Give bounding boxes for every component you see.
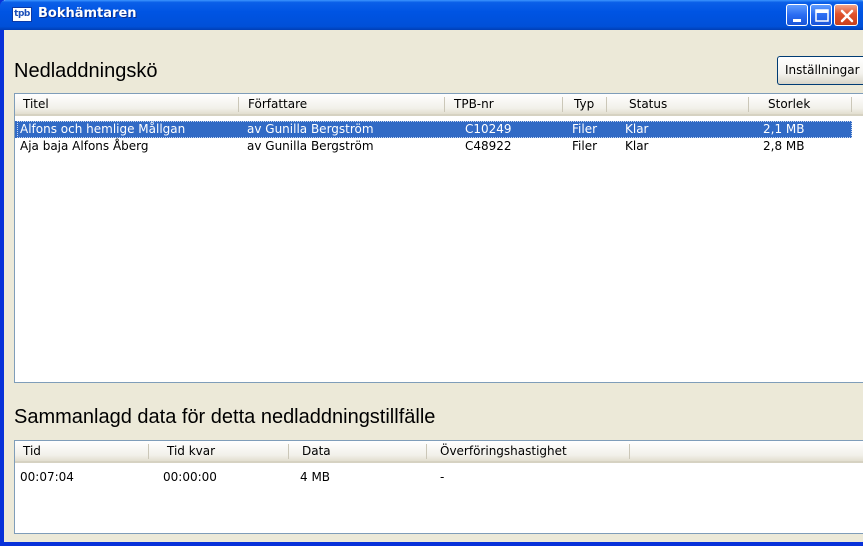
column-divider[interactable] [288, 444, 289, 459]
summary-heading: Sammanlagd data för detta nedladdningsti… [14, 406, 436, 428]
column-header-tid[interactable]: Tid [15, 441, 41, 461]
window-title: Bokhämtaren [38, 6, 137, 21]
queue-row-selected[interactable]: Alfons och hemlige Mållgan av Gunilla Be… [15, 121, 852, 138]
summary-header: Tid Tid kvar Data Överföringshastighet [15, 441, 863, 463]
minimize-button[interactable] [786, 4, 808, 26]
column-divider[interactable] [562, 97, 563, 112]
maximize-button[interactable] [810, 4, 832, 26]
column-divider[interactable] [238, 97, 239, 112]
column-divider[interactable] [629, 444, 630, 459]
column-header-data[interactable]: Data [290, 441, 331, 461]
cell-status: Klar [625, 139, 649, 153]
summary-list[interactable]: Tid Tid kvar Data Överföringshastighet 0… [14, 440, 863, 534]
column-divider[interactable] [748, 97, 749, 112]
cell-tpb-nr: C48922 [465, 139, 512, 153]
column-header-storlek[interactable]: Storlek [750, 94, 810, 114]
close-button[interactable] [834, 4, 858, 26]
cell-overforingshastighet: - [440, 470, 445, 484]
column-divider[interactable] [426, 444, 427, 459]
cell-data: 4 MB [300, 470, 331, 484]
download-queue-list[interactable]: Titel Författare TPB-nr Typ Status Storl… [14, 93, 863, 383]
column-header-overforingshastighet[interactable]: Överföringshastighet [428, 441, 567, 461]
summary-row[interactable]: 00:07:04 00:00:00 4 MB - [15, 469, 852, 486]
cell-storlek: 2,8 MB [763, 139, 805, 153]
cell-status: Klar [625, 122, 649, 136]
app-window: tpb Bokhämtaren Nedladdningskö Inställni… [0, 0, 863, 546]
column-header-forfattare[interactable]: Författare [240, 94, 307, 114]
cell-storlek: 2,1 MB [763, 122, 805, 136]
title-bar[interactable]: tpb Bokhämtaren [0, 0, 863, 30]
app-icon: tpb [12, 7, 32, 22]
cell-titel: Aja baja Alfons Åberg [20, 139, 149, 153]
cell-forfattare: av Gunilla Bergström [247, 122, 374, 136]
column-divider[interactable] [851, 97, 852, 112]
queue-row[interactable]: Aja baja Alfons Åberg av Gunilla Bergstr… [15, 138, 852, 155]
column-header-tid-kvar[interactable]: Tid kvar [150, 441, 215, 461]
column-header-titel[interactable]: Titel [15, 94, 49, 114]
column-divider[interactable] [606, 97, 607, 112]
minimize-icon [793, 19, 801, 22]
column-header-typ[interactable]: Typ [564, 94, 594, 114]
settings-button[interactable]: Inställningar [777, 56, 863, 85]
cell-tid: 00:07:04 [20, 470, 74, 484]
cell-tpb-nr: C10249 [465, 122, 512, 136]
column-header-status[interactable]: Status [608, 94, 667, 114]
close-icon [840, 9, 854, 23]
column-divider[interactable] [148, 444, 149, 459]
cell-titel: Alfons och hemlige Mållgan [20, 122, 186, 136]
cell-typ: Filer [572, 122, 598, 136]
cell-typ: Filer [572, 139, 598, 153]
column-header-tpb-nr[interactable]: TPB-nr [446, 94, 494, 114]
cell-tid-kvar: 00:00:00 [163, 470, 217, 484]
column-divider[interactable] [444, 97, 445, 112]
queue-header: Titel Författare TPB-nr Typ Status Storl… [15, 94, 863, 116]
cell-forfattare: av Gunilla Bergström [247, 139, 374, 153]
queue-heading: Nedladdningskö [14, 60, 158, 82]
maximize-icon [815, 9, 829, 22]
